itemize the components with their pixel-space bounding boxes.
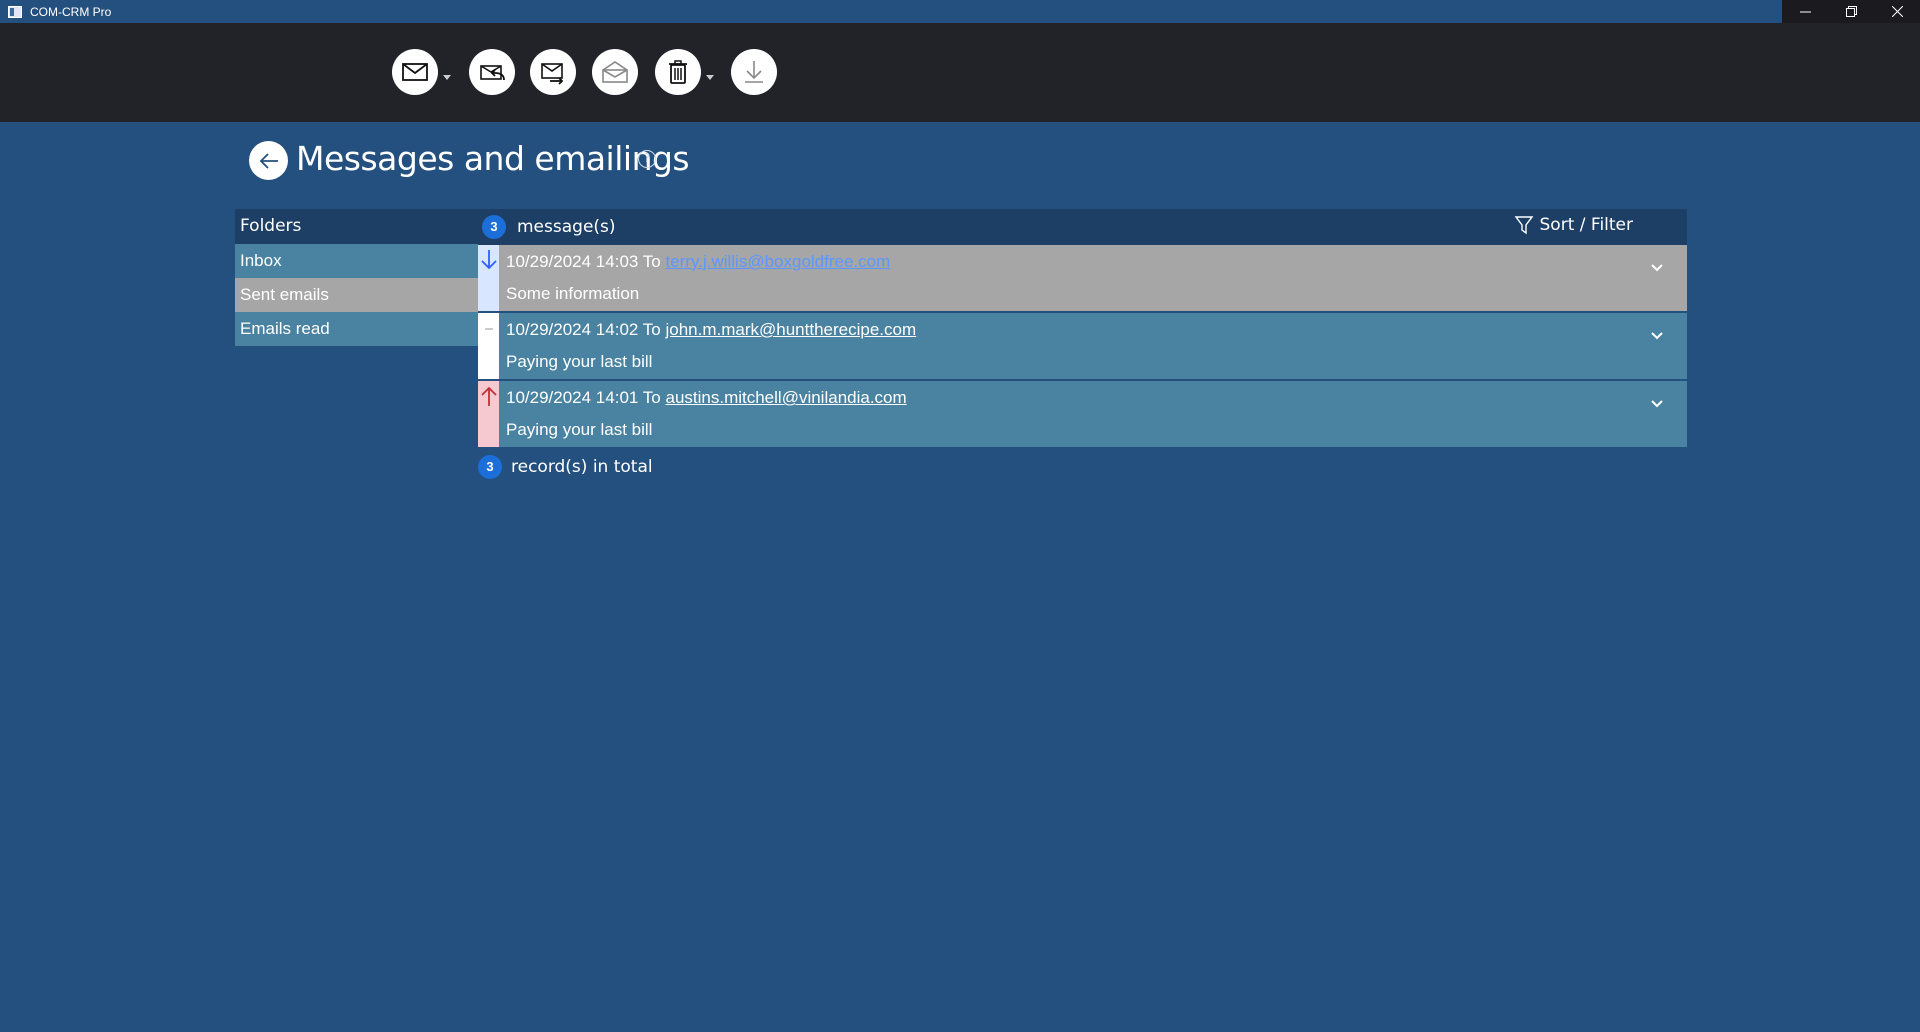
direction-indicator — [478, 245, 499, 311]
chevron-down-icon[interactable] — [1649, 327, 1665, 343]
toolbar — [0, 23, 1920, 122]
message-datetime: 10/29/2024 14:01 — [506, 388, 639, 407]
dash-icon — [484, 328, 493, 330]
chevron-down-icon[interactable] — [1649, 259, 1665, 275]
envelope-icon — [402, 63, 428, 81]
forward-button[interactable] — [530, 49, 576, 95]
arrow-up-icon — [480, 386, 497, 406]
message-meta: 10/29/2024 14:01 To austins.mitchell@vin… — [506, 388, 907, 408]
arrow-down-icon — [480, 250, 497, 270]
direction-indicator — [478, 381, 499, 447]
message-row[interactable]: 10/29/2024 14:02 To john.m.mark@huntther… — [478, 313, 1687, 379]
message-row[interactable]: 10/29/2024 14:03 To terry.j.willis@boxgo… — [478, 245, 1687, 311]
message-recipient-link[interactable]: terry.j.willis@boxgoldfree.com — [665, 252, 890, 271]
folders-header: Folders — [235, 209, 478, 244]
filter-icon — [1514, 216, 1533, 235]
back-button[interactable] — [249, 141, 288, 180]
new-message-button[interactable] — [392, 49, 438, 95]
messages-header: 3 message(s) Sort / Filter — [478, 209, 1687, 245]
minimize-button[interactable] — [1782, 0, 1828, 23]
sort-filter-button[interactable]: Sort / Filter — [1514, 215, 1633, 235]
message-to-label: To — [642, 388, 661, 407]
forward-icon — [541, 63, 564, 85]
reply-button[interactable] — [469, 49, 515, 95]
folder-inbox[interactable]: Inbox — [235, 244, 478, 278]
chevron-down-icon[interactable] — [1649, 395, 1665, 411]
message-to-label: To — [642, 320, 661, 339]
title-bar: COM-CRM Pro — [0, 0, 1920, 23]
sort-filter-label: Sort / Filter — [1539, 215, 1633, 235]
message-list: 10/29/2024 14:03 To terry.j.willis@boxgo… — [478, 245, 1687, 449]
message-recipient-link[interactable]: austins.mitchell@vinilandia.com — [665, 388, 906, 407]
records-count-badge: 3 — [478, 455, 502, 479]
close-button[interactable] — [1874, 0, 1920, 23]
delete-dropdown[interactable] — [706, 75, 714, 80]
folder-sent-emails[interactable]: Sent emails — [235, 278, 478, 312]
arrow-left-icon — [259, 152, 278, 169]
records-total-label: record(s) in total — [511, 457, 653, 477]
page-title: Messages and emailings — [296, 139, 690, 178]
window-controls — [1782, 0, 1920, 23]
trash-icon — [669, 60, 687, 84]
window-title: COM-CRM Pro — [30, 4, 112, 19]
message-meta: 10/29/2024 14:03 To terry.j.willis@boxgo… — [506, 252, 890, 272]
message-count-badge: 3 — [482, 215, 506, 239]
download-button[interactable] — [731, 49, 777, 95]
records-total: 3 record(s) in total — [478, 454, 653, 480]
restore-button[interactable] — [1828, 0, 1874, 23]
download-icon — [745, 61, 763, 83]
new-message-dropdown[interactable] — [443, 75, 451, 80]
message-datetime: 10/29/2024 14:02 — [506, 320, 639, 339]
message-meta: 10/29/2024 14:02 To john.m.mark@huntther… — [506, 320, 916, 340]
minimize-icon — [1799, 11, 1811, 13]
message-recipient-link[interactable]: john.m.mark@hunttherecipe.com — [665, 320, 916, 339]
message-subject: Paying your last bill — [506, 352, 653, 371]
help-icon[interactable]: ? — [638, 150, 656, 168]
direction-indicator — [478, 313, 499, 379]
message-to-label: To — [642, 252, 661, 271]
restore-icon — [1845, 6, 1857, 17]
delete-button[interactable] — [655, 49, 701, 95]
message-row[interactable]: 10/29/2024 14:01 To austins.mitchell@vin… — [478, 381, 1687, 447]
close-icon — [1891, 6, 1903, 17]
message-subject: Paying your last bill — [506, 420, 653, 439]
message-datetime: 10/29/2024 14:03 — [506, 252, 639, 271]
folders-panel: Folders Inbox Sent emails Emails read — [235, 209, 478, 346]
open-envelope-icon — [602, 61, 628, 83]
folder-emails-read[interactable]: Emails read — [235, 312, 478, 346]
mark-read-button[interactable] — [592, 49, 638, 95]
message-count-label: message(s) — [517, 217, 616, 237]
app-icon — [8, 5, 22, 18]
message-subject: Some information — [506, 284, 640, 303]
reply-icon — [480, 65, 505, 81]
